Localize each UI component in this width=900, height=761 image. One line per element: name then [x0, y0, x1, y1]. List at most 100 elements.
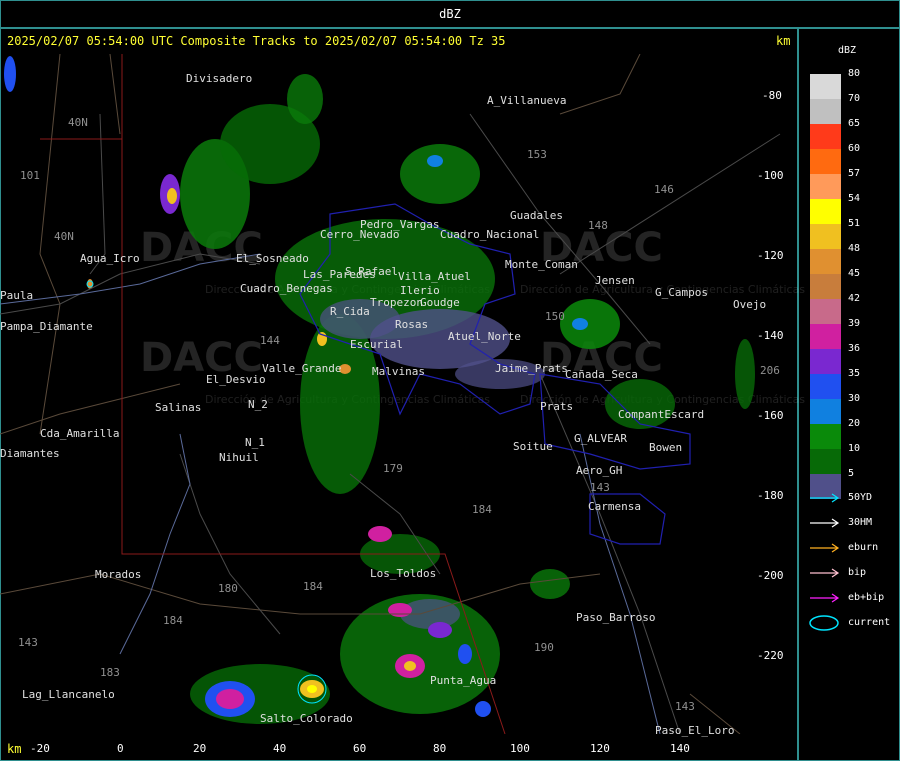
y-tick-label: -220 — [757, 649, 784, 662]
legend-swatch — [810, 299, 841, 324]
y-tick-label: -160 — [757, 409, 784, 422]
x-tick-label: 60 — [353, 742, 367, 755]
route-label: 153 — [527, 148, 547, 161]
route-label: 180 — [218, 582, 238, 595]
legend-level-label: 35 — [848, 368, 861, 379]
km-unit-label-bottom: km — [7, 742, 22, 756]
place-label: Paso_El_Loro — [655, 724, 735, 737]
legend-swatch — [810, 74, 841, 99]
x-tick-label: 100 — [510, 742, 530, 755]
track-legend-label: 30HM — [848, 517, 873, 528]
place-label: Morados — [95, 568, 142, 581]
legend-level-label: 57 — [848, 168, 861, 179]
place-label: Diamantes — [0, 447, 60, 460]
route-label: 101 — [20, 169, 40, 182]
track-arrow-icon — [810, 493, 840, 503]
y-tick-label: -120 — [757, 249, 784, 262]
place-label: Escurial — [350, 338, 403, 351]
legend-level-label: 80 — [848, 68, 861, 79]
place-label: Atuel_Norte — [448, 330, 521, 343]
place-label: Carmensa — [588, 500, 641, 513]
place-label: El_Desvio — [206, 373, 266, 386]
legend-swatch — [810, 374, 841, 399]
legend-swatch — [810, 249, 841, 274]
place-label: G_Campos — [655, 286, 708, 299]
route-label: 40N — [68, 116, 88, 129]
legend-swatch — [810, 324, 841, 349]
track-arrow-icon — [810, 543, 840, 553]
place-label: Prats — [540, 400, 574, 413]
place-label: Soitue — [513, 440, 553, 453]
place-label: Lag_Llancanelo — [22, 688, 115, 701]
legend-swatch — [810, 224, 841, 249]
route-label: 143 — [675, 700, 695, 713]
place-label: Cerro_Nevado — [320, 228, 400, 241]
x-tick-label: 20 — [193, 742, 207, 755]
route-label: 184 — [163, 614, 183, 627]
place-label: Goudge — [420, 296, 460, 309]
route-label: 144 — [260, 334, 280, 347]
legend-level-label: 30 — [848, 393, 861, 404]
title-text: dBZ — [439, 7, 461, 21]
legend-swatch — [810, 449, 841, 474]
legend-swatch — [810, 149, 841, 174]
place-label: CompantEscard — [618, 408, 705, 421]
track-arrow-icon — [810, 593, 840, 603]
place-label: Pampa_Diamante — [0, 320, 93, 333]
place-label: Monte_Coman — [505, 258, 578, 271]
x-tick-label: 0 — [117, 742, 124, 755]
x-tick-label: -20 — [30, 742, 50, 755]
legend-swatch — [810, 124, 841, 149]
place-label: Paula — [0, 289, 34, 302]
place-label: A_Villanueva — [487, 94, 567, 107]
route-label: 150 — [545, 310, 565, 323]
place-label: Ovejo — [733, 298, 767, 311]
radar-map — [0, 54, 781, 734]
legend-level-label: 5 — [848, 468, 855, 479]
legend-swatch — [810, 99, 841, 124]
route-label: 40N — [54, 230, 74, 243]
legend-swatch — [810, 424, 841, 449]
place-label: Cañada_Seca — [565, 368, 638, 381]
place-label: Divisadero — [186, 72, 253, 85]
x-tick-label: 80 — [433, 742, 447, 755]
route-label: 143 — [18, 636, 38, 649]
legend-swatch — [810, 399, 841, 424]
legend-level-label: 60 — [848, 143, 861, 154]
y-tick-label: -80 — [762, 89, 782, 102]
track-legend-label: current — [848, 617, 891, 628]
legend-level-label: 20 — [848, 418, 861, 429]
legend-level-label: 10 — [848, 443, 861, 454]
legend-swatch — [810, 174, 841, 199]
legend-level-label: 65 — [848, 118, 861, 129]
current-track-icon — [809, 615, 839, 631]
km-unit-label-top: km — [776, 34, 791, 48]
place-label: Los_Toldos — [370, 567, 437, 580]
place-label: Malvinas — [372, 365, 425, 378]
place-label: Bowen — [649, 441, 683, 454]
place-label: Jaime_Prats — [495, 362, 568, 375]
legend-level-label: 36 — [848, 343, 861, 354]
track-arrow-icon — [810, 568, 840, 578]
route-label: 183 — [100, 666, 120, 679]
y-tick-label: -180 — [757, 489, 784, 502]
place-label: Tropezon — [370, 296, 423, 309]
legend-level-label: 45 — [848, 268, 861, 279]
place-label: Villa_Atuel — [398, 270, 471, 283]
title-bar: dBZ — [0, 0, 900, 28]
place-label: Punta_Agua — [430, 674, 497, 687]
place-label: Rosas — [395, 318, 429, 331]
place-label: N_1 — [245, 436, 265, 449]
route-label: 179 — [383, 462, 403, 475]
legend-swatch — [810, 349, 841, 374]
route-label: 184 — [303, 580, 323, 593]
legend-level-label: 54 — [848, 193, 861, 204]
legend-swatch — [810, 274, 841, 299]
place-label: G_ALVEAR — [574, 432, 627, 445]
place-label: Jensen — [595, 274, 635, 287]
place-label: Cuadro_Nacional — [440, 228, 540, 241]
place-label: N_2 — [248, 398, 268, 411]
x-tick-label: 120 — [590, 742, 610, 755]
route-label: 190 — [534, 641, 554, 654]
route-label: 184 — [472, 503, 492, 516]
